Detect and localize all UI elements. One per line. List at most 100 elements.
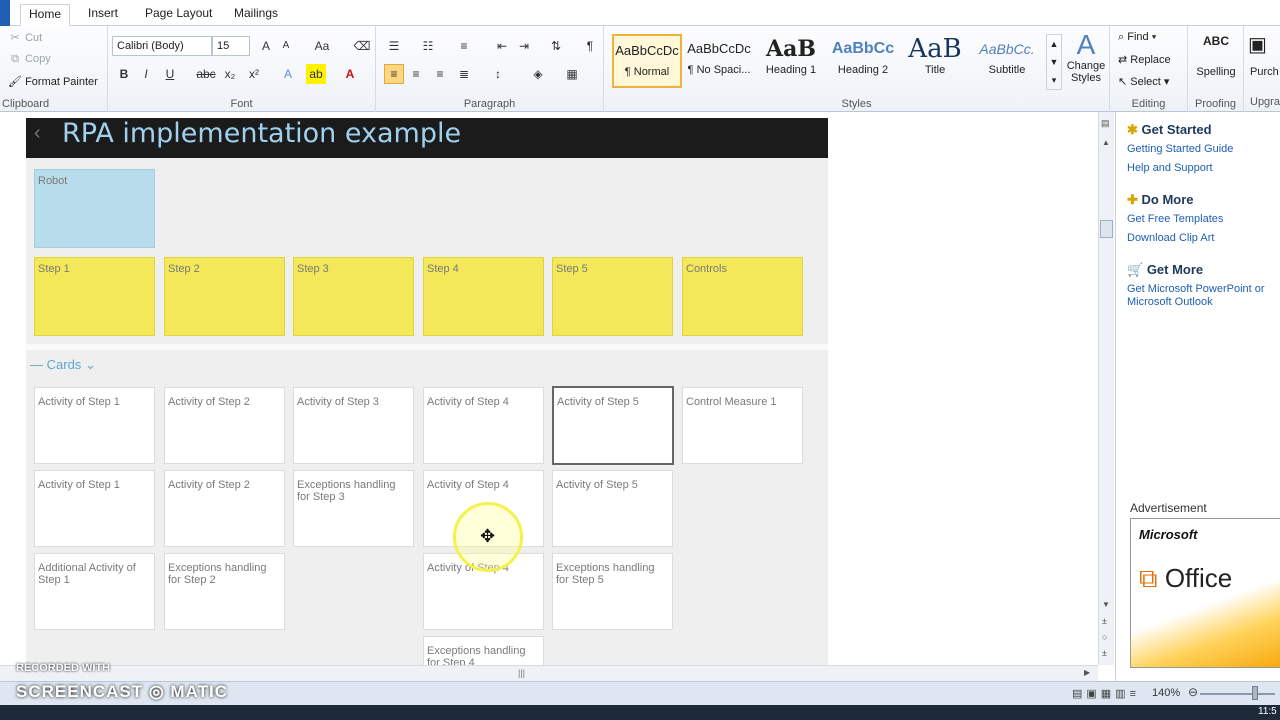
clear-format-icon[interactable]: ⌫ bbox=[352, 36, 372, 56]
cards-heading[interactable]: — Cards ⌄ bbox=[30, 357, 96, 373]
bullets-icon[interactable]: ☰ bbox=[384, 36, 404, 56]
format-painter-button[interactable]: 🖌 Format Painter bbox=[8, 75, 98, 88]
hscroll-thumb[interactable]: ||| bbox=[518, 668, 525, 678]
text-effects-icon[interactable]: A bbox=[278, 64, 298, 84]
sort-icon[interactable]: ⇅ bbox=[546, 36, 566, 56]
font-color-icon[interactable]: A bbox=[340, 64, 360, 84]
align-center-icon[interactable]: ≡ bbox=[406, 64, 426, 84]
style-normal[interactable]: AaBbCcDc ¶ Normal bbox=[612, 34, 682, 88]
microsoft-logo: Microsoft bbox=[1139, 527, 1198, 542]
zoom-out-icon[interactable]: ⊖ bbox=[1188, 685, 1198, 699]
style-subtitle[interactable]: AaBbCc. Subtitle bbox=[972, 34, 1042, 88]
subscript-icon[interactable]: x₂ bbox=[220, 64, 240, 84]
control-card[interactable]: Control Measure 1 bbox=[682, 387, 803, 464]
tab-mailings[interactable]: Mailings bbox=[226, 4, 286, 26]
grow-font-icon[interactable]: A bbox=[256, 36, 276, 56]
scroll-down-icon[interactable]: ▼ bbox=[1102, 600, 1110, 609]
help-support-link[interactable]: Help and Support bbox=[1127, 162, 1280, 175]
purchase-icon[interactable]: ▣ bbox=[1248, 32, 1267, 57]
exception-card[interactable]: Exceptions handling for Step 3 bbox=[293, 470, 414, 547]
robot-card[interactable]: Robot bbox=[34, 169, 155, 248]
file-button[interactable] bbox=[0, 0, 10, 26]
superscript-icon[interactable]: x² bbox=[244, 64, 264, 84]
tab-insert[interactable]: Insert bbox=[80, 4, 126, 26]
justify-icon[interactable]: ≣ bbox=[454, 64, 474, 84]
align-right-icon[interactable]: ≡ bbox=[430, 64, 450, 84]
multilevel-list-icon[interactable]: ≡ bbox=[454, 36, 474, 56]
step-card-5[interactable]: Step 5 bbox=[552, 257, 673, 336]
zoom-level[interactable]: 140% bbox=[1152, 687, 1180, 699]
purchase-button[interactable]: Purch bbox=[1250, 66, 1279, 78]
show-formatting-icon[interactable]: ¶ bbox=[580, 36, 600, 56]
vertical-scrollbar[interactable]: ▤ ▲ ▼ ± ○ ± bbox=[1098, 112, 1114, 665]
italic-icon[interactable]: I bbox=[136, 64, 156, 84]
prev-page-icon[interactable]: ± bbox=[1102, 616, 1107, 626]
browse-object-icon[interactable]: ○ bbox=[1102, 632, 1107, 642]
style-no-spacing[interactable]: AaBbCcDc ¶ No Spaci... bbox=[684, 34, 754, 88]
shrink-font-icon[interactable]: A bbox=[276, 36, 296, 56]
ruler-toggle-icon[interactable]: ▤ bbox=[1101, 118, 1110, 129]
advertisement-banner[interactable]: Microsoft ⧉ Office bbox=[1130, 518, 1280, 668]
step-card-controls[interactable]: Controls bbox=[682, 257, 803, 336]
tab-page-layout[interactable]: Page Layout bbox=[137, 4, 220, 26]
office-logo-icon: ⧉ bbox=[1139, 563, 1158, 593]
activity-card[interactable]: Activity of Step 4 bbox=[423, 387, 544, 464]
activity-card[interactable]: Additional Activity of Step 1 bbox=[34, 553, 155, 630]
styles-scroll[interactable]: ▲ ▼ ▾ bbox=[1046, 34, 1062, 90]
change-case-icon[interactable]: Aa bbox=[312, 36, 332, 56]
step-card-2[interactable]: Step 2 bbox=[164, 257, 285, 336]
copy-button[interactable]: ⧉ Copy bbox=[8, 53, 51, 66]
find-button[interactable]: ⌕ Find ▾ bbox=[1118, 31, 1156, 44]
view-buttons[interactable]: ▤▣▦▥≡ bbox=[1072, 687, 1140, 700]
highlight-icon[interactable]: ab bbox=[306, 64, 326, 84]
exception-card[interactable]: Exceptions handling for Step 5 bbox=[552, 553, 673, 630]
scroll-up-icon[interactable]: ▲ bbox=[1102, 138, 1110, 147]
zoom-slider-thumb[interactable] bbox=[1252, 686, 1258, 700]
activity-card[interactable]: Activity of Step 5 bbox=[552, 470, 673, 547]
spelling-button[interactable]: ABC Spelling bbox=[1194, 30, 1238, 78]
bold-icon[interactable]: B bbox=[114, 64, 134, 84]
activity-card[interactable]: Activity of Step 2 bbox=[164, 387, 285, 464]
scroll-right-icon[interactable]: ▶ bbox=[1084, 668, 1090, 677]
shading-icon[interactable]: ◈ bbox=[528, 64, 548, 84]
get-more-link[interactable]: Get Microsoft PowerPoint or Microsoft Ou… bbox=[1127, 283, 1280, 309]
free-templates-link[interactable]: Get Free Templates bbox=[1127, 213, 1280, 226]
cut-button[interactable]: ✂ Cut bbox=[8, 31, 42, 44]
clock: 11:5 bbox=[1258, 706, 1277, 717]
step-card-3[interactable]: Step 3 bbox=[293, 257, 414, 336]
zoom-slider[interactable] bbox=[1200, 693, 1275, 695]
step-card-4[interactable]: Step 4 bbox=[423, 257, 544, 336]
font-size-combo[interactable]: 15 bbox=[212, 36, 250, 56]
activity-card[interactable]: Activity of Step 1 bbox=[34, 387, 155, 464]
horizontal-scrollbar[interactable]: ||| ▶ bbox=[0, 665, 1098, 681]
exception-card[interactable]: Exceptions handling for Step 2 bbox=[164, 553, 285, 630]
style-heading-1[interactable]: AaB Heading 1 bbox=[756, 34, 826, 88]
document-area[interactable]: ‹ RPA implementation example Robot Step … bbox=[0, 112, 1098, 665]
replace-button[interactable]: ⇄ Replace bbox=[1118, 53, 1171, 66]
next-page-icon[interactable]: ± bbox=[1102, 648, 1107, 658]
strikethrough-icon[interactable]: abc bbox=[196, 64, 216, 84]
scroll-thumb[interactable] bbox=[1100, 220, 1113, 238]
getting-started-guide-link[interactable]: Getting Started Guide bbox=[1127, 143, 1280, 156]
align-left-icon[interactable]: ≡ bbox=[384, 64, 404, 84]
exception-card[interactable]: Exceptions handling for Step 4 bbox=[423, 636, 544, 665]
step-card-1[interactable]: Step 1 bbox=[34, 257, 155, 336]
change-styles-button[interactable]: A Change Styles bbox=[1064, 30, 1108, 85]
activity-card[interactable]: Activity of Step 1 bbox=[34, 470, 155, 547]
get-more-heading: 🛒 Get More bbox=[1127, 262, 1204, 277]
font-name-combo[interactable]: Calibri (Body) bbox=[112, 36, 212, 56]
style-heading-2[interactable]: AaBbCc Heading 2 bbox=[828, 34, 898, 88]
activity-card-selected[interactable]: Activity of Step 5 bbox=[552, 386, 674, 465]
numbering-icon[interactable]: ☷ bbox=[418, 36, 438, 56]
clip-art-link[interactable]: Download Clip Art bbox=[1127, 232, 1280, 245]
increase-indent-icon[interactable]: ⇥ bbox=[514, 36, 534, 56]
decrease-indent-icon[interactable]: ⇤ bbox=[492, 36, 512, 56]
tab-home[interactable]: Home bbox=[20, 4, 71, 26]
select-button[interactable]: ↖ Select ▾ bbox=[1118, 75, 1169, 88]
underline-icon[interactable]: U bbox=[160, 64, 180, 84]
activity-card[interactable]: Activity of Step 2 bbox=[164, 470, 285, 547]
style-title[interactable]: AaB Title bbox=[900, 34, 970, 88]
activity-card[interactable]: Activity of Step 3 bbox=[293, 387, 414, 464]
line-spacing-icon[interactable]: ↕ bbox=[488, 64, 508, 84]
borders-icon[interactable]: ▦ bbox=[562, 64, 582, 84]
